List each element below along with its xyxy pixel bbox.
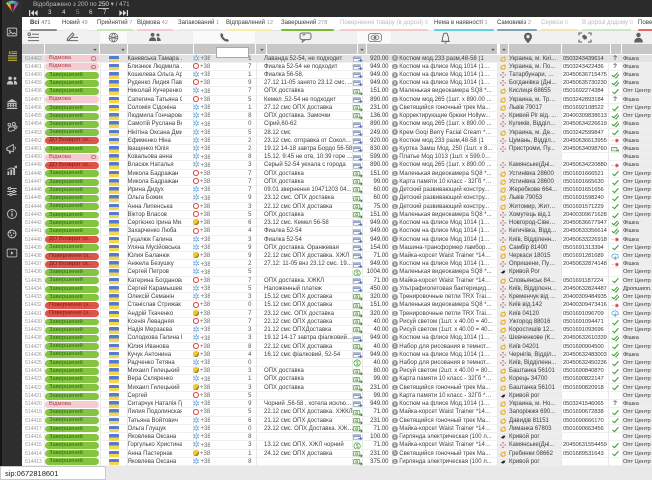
svg-text:$: $ [356, 361, 359, 367]
svg-text:$: $ [356, 443, 359, 449]
svg-text:$: $ [356, 271, 359, 277]
